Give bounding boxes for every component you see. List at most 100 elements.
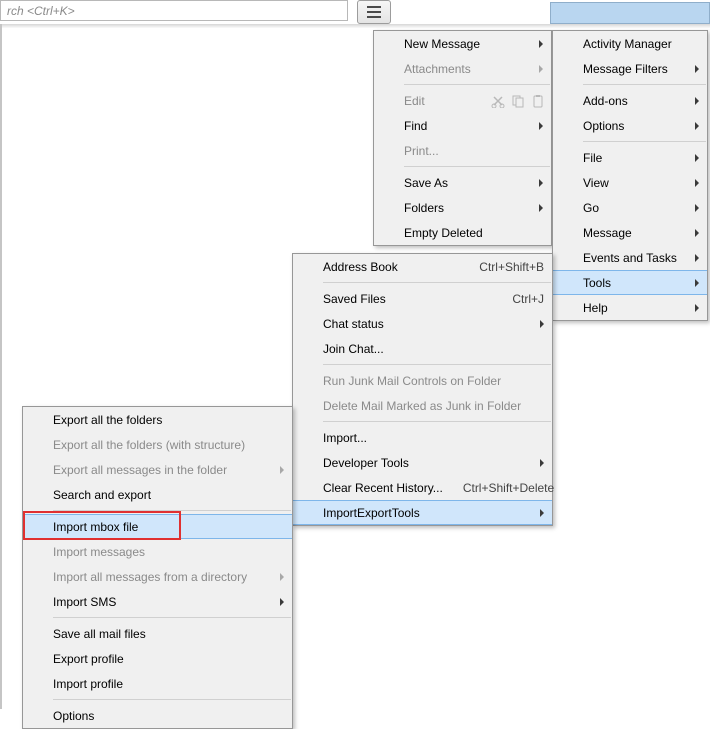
app-menu-item-attachments: Attachments [374,56,551,81]
submenu-arrow-icon [539,122,543,130]
submenu-arrow-icon [695,304,699,312]
app-menu-button[interactable] [357,0,391,24]
import-export-separator [53,617,291,618]
menu-item-label: Message [583,226,699,240]
menu-item-label: Developer Tools [323,456,544,470]
menu-item-label: Message Filters [583,62,699,76]
import-export-item-import-mbox-file[interactable]: Import mbox file [23,514,292,539]
import-export-item-export-all-the-folders[interactable]: Export all the folders [23,407,292,432]
submenu-arrow-icon [695,154,699,162]
import-export-item-options[interactable]: Options [23,703,292,728]
import-export-separator [53,510,291,511]
menu-item-label: Attachments [404,62,543,76]
cut-icon [491,94,505,108]
app-menu-item-edit: Edit [374,88,551,113]
app-ext-item-add-ons[interactable]: Add-ons [553,88,707,113]
tools-item-saved-files[interactable]: Saved FilesCtrl+J [293,286,552,311]
tools-item-import[interactable]: Import... [293,425,552,450]
tools-item-developer-tools[interactable]: Developer Tools [293,450,552,475]
submenu-arrow-icon [539,65,543,73]
menu-item-label: Chat status [323,317,544,331]
toolbar-divider [0,24,710,28]
app-menu-item-find[interactable]: Find [374,113,551,138]
app-ext-item-message[interactable]: Message [553,220,707,245]
import-export-item-export-all-messages-in-the-folder: Export all messages in the folder [23,457,292,482]
tools-item-importexporttools[interactable]: ImportExportTools [293,500,552,525]
menu-item-shortcut: Ctrl+J [492,292,544,306]
tools-item-chat-status[interactable]: Chat status [293,311,552,336]
app-menu-item-empty-deleted[interactable]: Empty Deleted [374,220,551,245]
app-ext-separator [583,84,706,85]
import-export-item-export-profile[interactable]: Export profile [23,646,292,671]
menu-item-label: Import mbox file [53,520,284,534]
menu-item-label: Saved Files [323,292,492,306]
menu-item-label: New Message [404,37,543,51]
menu-item-label: Import... [323,431,544,445]
tools-separator [323,421,551,422]
app-ext-item-tools[interactable]: Tools [553,270,707,295]
menu-item-label: Export all the folders (with structure) [53,438,284,452]
app-menu-item-new-message[interactable]: New Message [374,31,551,56]
submenu-arrow-icon [695,122,699,130]
app-menu-item-save-as[interactable]: Save As [374,170,551,195]
tools-separator [323,282,551,283]
menu-item-label: Help [583,301,699,315]
menu-item-label: ImportExportTools [323,506,544,520]
menu-item-label: Export profile [53,652,284,666]
hamburger-icon [367,6,381,18]
app-ext-item-events-and-tasks[interactable]: Events and Tasks [553,245,707,270]
menu-item-label: Folders [404,201,543,215]
tools-item-delete-mail-marked-as-junk-in-folder: Delete Mail Marked as Junk in Folder [293,393,552,418]
app-ext-item-activity-manager[interactable]: Activity Manager [553,31,707,56]
app-ext-item-message-filters[interactable]: Message Filters [553,56,707,81]
import-export-menu: Export all the folders Export all the fol… [22,406,293,729]
menu-item-label: Print... [404,144,543,158]
menu-item-label: View [583,176,699,190]
menu-item-label: Tools [583,276,699,290]
tools-item-join-chat[interactable]: Join Chat... [293,336,552,361]
menu-item-label: Import SMS [53,595,284,609]
menu-item-label: Import all messages from a directory [53,570,284,584]
tools-separator [323,364,551,365]
import-export-item-import-messages: Import messages [23,539,292,564]
menu-item-label: Clear Recent History... [323,481,443,495]
menu-item-label: Export all messages in the folder [53,463,284,477]
tools-menu: Address BookCtrl+Shift+BSaved FilesCtrl+… [292,253,553,526]
app-ext-item-view[interactable]: View [553,170,707,195]
menu-item-label: Add-ons [583,94,699,108]
import-export-item-import-profile[interactable]: Import profile [23,671,292,696]
submenu-arrow-icon [540,320,544,328]
menu-item-shortcut: Ctrl+Shift+B [459,260,544,274]
menu-item-label: Activity Manager [583,37,699,51]
app-ext-item-help[interactable]: Help [553,295,707,320]
menu-item-shortcut: Ctrl+Shift+Delete [443,481,554,495]
import-export-item-search-and-export[interactable]: Search and export [23,482,292,507]
submenu-arrow-icon [695,254,699,262]
app-ext-item-file[interactable]: File [553,145,707,170]
import-export-item-import-sms[interactable]: Import SMS [23,589,292,614]
menu-item-label: Save all mail files [53,627,284,641]
import-export-item-import-all-messages-from-a-directory: Import all messages from a directory [23,564,292,589]
tools-item-address-book[interactable]: Address BookCtrl+Shift+B [293,254,552,279]
submenu-arrow-icon [539,40,543,48]
app-ext-item-options[interactable]: Options [553,113,707,138]
app-ext-separator [583,141,706,142]
tools-item-clear-recent-history[interactable]: Clear Recent History...Ctrl+Shift+Delete [293,475,552,500]
import-export-item-save-all-mail-files[interactable]: Save all mail files [23,621,292,646]
menu-item-label: Options [583,119,699,133]
app-menu-separator [404,166,550,167]
app-menu-item-folders[interactable]: Folders [374,195,551,220]
import-export-separator [53,699,291,700]
submenu-arrow-icon [280,598,284,606]
app-menu-item-print: Print... [374,138,551,163]
search-input[interactable]: rch <Ctrl+K> [0,0,348,21]
submenu-arrow-icon [540,459,544,467]
submenu-arrow-icon [695,204,699,212]
menu-item-label: Import profile [53,677,284,691]
app-ext-item-go[interactable]: Go [553,195,707,220]
menu-item-label: Empty Deleted [404,226,543,240]
left-border [0,24,2,709]
paste-icon [531,94,545,108]
edit-action-icons [491,88,545,113]
menu-item-label: Import messages [53,545,284,559]
